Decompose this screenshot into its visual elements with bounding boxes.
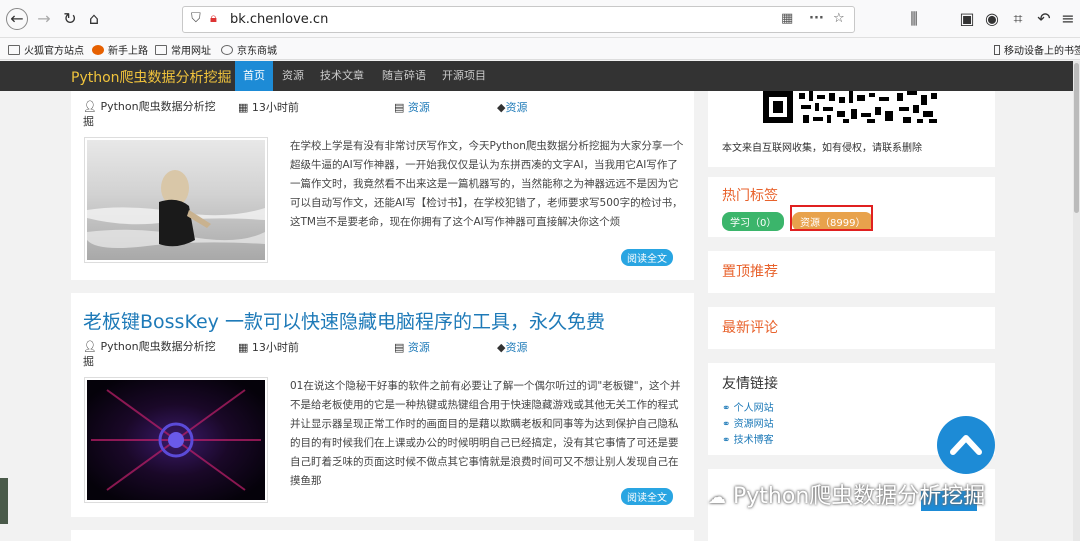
scroll-top-button[interactable]: [937, 416, 995, 474]
list-icon: ▤: [394, 101, 405, 114]
link-item[interactable]: ⚭ 个人网站: [722, 399, 774, 414]
browser-toolbar: ← → ↻ ⌂ ⛉ 🔒︎ bk.chenlove.cn ▦ ··· ☆ ⫼ ▣ …: [0, 0, 1080, 38]
insecure-lock-icon[interactable]: 🔒︎: [210, 11, 217, 26]
pinned-title: 置顶推荐: [722, 264, 778, 280]
home-icon[interactable]: ⌂: [84, 9, 104, 29]
url-text[interactable]: bk.chenlove.cn: [230, 12, 328, 27]
link-icon: ⚭: [722, 419, 731, 430]
post-category[interactable]: ▤ 资源: [394, 99, 430, 115]
copyright-notice: 本文来自互联网收集，如有侵权，请联系删除: [722, 143, 922, 154]
thumbnail-image-girl-beach: [87, 140, 265, 260]
hot-tags-widget: 热门标签 学习（0） 资源（8999）: [708, 177, 995, 237]
post-tag[interactable]: ◆资源: [497, 339, 527, 355]
more-icon[interactable]: ···: [809, 11, 824, 26]
nav-home[interactable]: 首页: [235, 61, 273, 91]
link-item[interactable]: ⚭ 技术博客: [722, 431, 774, 446]
post-time: ▦ 13小时前: [238, 101, 299, 114]
links-title: 友情链接: [722, 376, 778, 392]
shield-icon[interactable]: ⛉: [191, 11, 201, 26]
qrcode-image: [763, 91, 939, 125]
post-author: 👤︎ Python爬虫数据分析挖掘: [83, 340, 216, 368]
back-icon[interactable]: ←: [6, 8, 28, 30]
list-icon: ▤: [394, 341, 405, 354]
bookmark-item[interactable]: 火狐官方站点: [8, 42, 84, 57]
read-more-button[interactable]: 阅读全文: [621, 488, 673, 505]
wechat-icon: ☁: [708, 487, 726, 508]
firefox-icon: [92, 44, 104, 55]
site-title[interactable]: Python爬虫数据分析挖掘: [71, 67, 232, 87]
nav-essays[interactable]: 随言碎语: [376, 61, 432, 91]
folder-icon: [155, 44, 167, 55]
post-category[interactable]: ▤ 资源: [394, 339, 430, 355]
user-icon: 👤︎: [83, 340, 97, 353]
post-card: [71, 530, 694, 541]
account-icon[interactable]: ◉: [982, 9, 1002, 29]
sidebar-icon[interactable]: ▣: [957, 9, 977, 29]
post-time: ▦ 13小时前: [238, 341, 299, 354]
tag-study[interactable]: 学习（0）: [722, 212, 785, 231]
mobile-bookmarks[interactable]: 移动设备上的书签: [994, 42, 1080, 57]
link-item[interactable]: ⚭ 资源网站: [722, 415, 774, 430]
comments-title: 最新评论: [722, 320, 778, 336]
post-excerpt: 01在说这个隐秘干好事的软件之前有必要让了解一个偶尔听过的词"老板键"，这个并不…: [290, 380, 681, 487]
reload-icon[interactable]: ↻: [60, 9, 80, 29]
qrcode-icon[interactable]: ▦: [781, 11, 793, 26]
address-bar[interactable]: ⛉ 🔒︎ bk.chenlove.cn ▦ ··· ☆: [182, 6, 855, 33]
link-icon: ⚭: [722, 403, 731, 414]
bookmark-item[interactable]: 常用网址: [155, 42, 211, 57]
watermark: ☁ Python爬虫数据分析挖掘: [708, 484, 986, 509]
post-thumbnail[interactable]: [84, 137, 268, 263]
bookmark-star-icon[interactable]: ☆: [833, 11, 845, 26]
undo-icon[interactable]: ↶: [1034, 9, 1054, 29]
qrcode-widget: 本文来自互联网收集，如有侵权，请联系删除: [708, 91, 995, 167]
bookmark-item[interactable]: 京东商城: [221, 42, 277, 57]
scrollbar-thumb[interactable]: [1074, 63, 1079, 213]
nav-open-source[interactable]: 开源项目: [436, 61, 492, 91]
site-navbar: Python爬虫数据分析挖掘 首页 资源 技术文章 随言碎语 开源项目: [0, 61, 1080, 91]
forward-icon[interactable]: →: [34, 9, 54, 29]
mobile-icon: [994, 44, 1000, 55]
bookmarks-bar: 火狐官方站点 新手上路 常用网址 京东商城 移动设备上的书签: [0, 38, 1080, 60]
read-more-button[interactable]: 阅读全文: [621, 249, 673, 266]
screenshot-icon[interactable]: ⌗: [1008, 9, 1028, 29]
post-author: 👤︎ Python爬虫数据分析挖掘: [83, 100, 216, 128]
menu-icon[interactable]: ≡: [1058, 9, 1078, 29]
library-icon[interactable]: ⫼: [904, 9, 924, 29]
pinned-widget: 置顶推荐: [708, 251, 995, 293]
comments-widget: 最新评论: [708, 307, 995, 349]
nav-resources[interactable]: 资源: [276, 61, 310, 91]
calendar-icon: ▦: [238, 101, 249, 114]
post-card: 老板键BossKey 一款可以快速隐藏电脑程序的工具，永久免费 👤︎ Pytho…: [71, 293, 694, 517]
nav-tech-articles[interactable]: 技术文章: [314, 61, 370, 91]
bookmark-item[interactable]: 新手上路: [92, 42, 148, 57]
thumbnail-image-bosskey: [87, 380, 265, 500]
hot-tags-title: 热门标签: [722, 188, 778, 204]
post-excerpt: 在学校上学是有没有非常讨厌写作文，今天Python爬虫数据分析挖掘为大家分享一个…: [290, 140, 684, 228]
globe-icon: [221, 44, 233, 55]
post-thumbnail[interactable]: [84, 377, 268, 503]
scrollbar[interactable]: [1073, 61, 1080, 541]
link-icon: ⚭: [722, 435, 731, 446]
highlight-box: [790, 205, 873, 231]
chevron-up-icon: [950, 435, 982, 455]
calendar-icon: ▦: [238, 341, 249, 354]
user-icon: 👤︎: [83, 100, 97, 113]
post-tag[interactable]: ◆资源: [497, 99, 527, 115]
side-handle[interactable]: [0, 478, 8, 524]
post-card: 👤︎ Python爬虫数据分析挖掘 ▦ 13小时前 ▤ 资源 ◆资源 在学校上学…: [71, 91, 694, 280]
folder-icon: [8, 44, 20, 55]
post-title[interactable]: 老板键BossKey 一款可以快速隐藏电脑程序的工具，永久免费: [83, 307, 605, 334]
